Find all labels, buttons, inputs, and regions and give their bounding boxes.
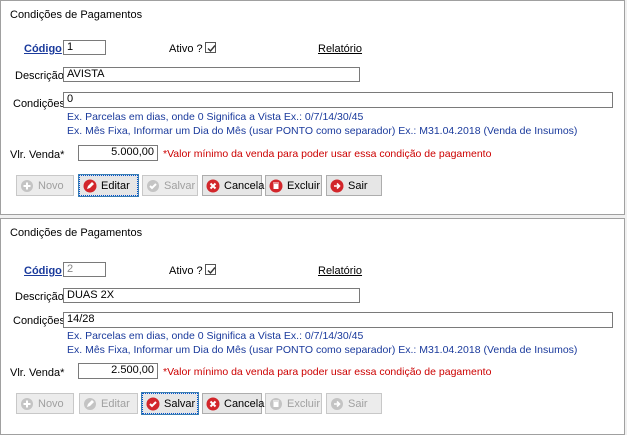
check-icon bbox=[207, 267, 216, 275]
ativo-label: Ativo ? bbox=[169, 43, 203, 55]
check-icon bbox=[207, 45, 216, 53]
salvar-button[interactable]: Salvar bbox=[141, 392, 199, 415]
novo-button[interactable]: Novo bbox=[16, 393, 74, 414]
ativo-label: Ativo ? bbox=[169, 265, 203, 277]
exit-icon bbox=[330, 397, 344, 411]
salvar-button[interactable]: Salvar bbox=[142, 175, 198, 196]
edit-icon bbox=[83, 397, 97, 411]
sair-button[interactable]: Sair bbox=[326, 393, 382, 414]
descricao-label: Descrição bbox=[15, 70, 64, 82]
hint-parcelas: Ex. Parcelas em dias, onde 0 Significa a… bbox=[67, 111, 364, 123]
vlvenda-input[interactable]: 5.000,00 bbox=[78, 145, 158, 161]
hint-parcelas: Ex. Parcelas em dias, onde 0 Significa a… bbox=[67, 330, 364, 342]
panel-title: Condições de Pagamentos bbox=[10, 227, 143, 239]
excluir-button[interactable]: Excluir bbox=[265, 393, 322, 414]
exit-icon bbox=[330, 179, 344, 193]
vlvenda-input[interactable]: 2.500,00 bbox=[78, 363, 158, 379]
panel-title: Condições de Pagamentos bbox=[10, 9, 143, 21]
save-check-icon bbox=[146, 179, 160, 193]
edit-icon bbox=[83, 179, 97, 193]
vlvenda-label: Vlr. Venda* bbox=[10, 367, 65, 379]
hint-mes-fixa: Ex. Mês Fixa, Informar um Dia do Mês (us… bbox=[67, 344, 578, 356]
codigo-link[interactable]: Código bbox=[24, 43, 62, 55]
trash-icon bbox=[269, 179, 283, 193]
sair-button[interactable]: Sair bbox=[326, 175, 382, 196]
cancel-icon bbox=[206, 397, 220, 411]
cancelar-button[interactable]: Cancelar bbox=[202, 175, 268, 196]
trash-icon bbox=[269, 397, 283, 411]
novo-button[interactable]: Novo bbox=[16, 175, 74, 196]
vlvenda-warning: *Valor mínimo da venda para poder usar e… bbox=[163, 366, 492, 378]
ativo-checkbox[interactable] bbox=[205, 264, 216, 275]
editar-button[interactable]: Editar bbox=[78, 174, 139, 197]
vlvenda-label: Vlr. Venda* bbox=[10, 149, 65, 161]
descricao-input[interactable]: AVISTA bbox=[63, 67, 360, 82]
relatorio-link[interactable]: Relatório bbox=[318, 43, 362, 55]
payment-conditions-panel-2: Condições de Pagamentos Código 2 Ativo ?… bbox=[0, 218, 625, 435]
cancelar-button[interactable]: Cancelar bbox=[202, 393, 268, 414]
excluir-button[interactable]: Excluir bbox=[265, 175, 322, 196]
add-icon bbox=[20, 397, 34, 411]
vlvenda-warning: *Valor mínimo da venda para poder usar e… bbox=[163, 148, 492, 160]
condicoes-label: Condições bbox=[13, 98, 65, 110]
ativo-checkbox[interactable] bbox=[205, 42, 216, 53]
hint-mes-fixa: Ex. Mês Fixa, Informar um Dia do Mês (us… bbox=[67, 125, 578, 137]
payment-conditions-panel-1: Condições de Pagamentos Código 1 Ativo ?… bbox=[0, 0, 625, 215]
save-check-icon bbox=[146, 397, 160, 411]
condicoes-label: Condições bbox=[13, 315, 65, 327]
condicoes-input[interactable]: 0 bbox=[63, 92, 613, 108]
codigo-input[interactable]: 1 bbox=[63, 40, 106, 55]
editar-button[interactable]: Editar bbox=[79, 393, 138, 414]
descricao-input[interactable]: DUAS 2X bbox=[63, 288, 360, 303]
codigo-input[interactable]: 2 bbox=[63, 262, 106, 277]
descricao-label: Descrição bbox=[15, 291, 64, 303]
relatorio-link[interactable]: Relatório bbox=[318, 265, 362, 277]
cancel-icon bbox=[206, 179, 220, 193]
condicoes-input[interactable]: 14/28 bbox=[63, 312, 613, 328]
add-icon bbox=[20, 179, 34, 193]
codigo-link[interactable]: Código bbox=[24, 265, 62, 277]
